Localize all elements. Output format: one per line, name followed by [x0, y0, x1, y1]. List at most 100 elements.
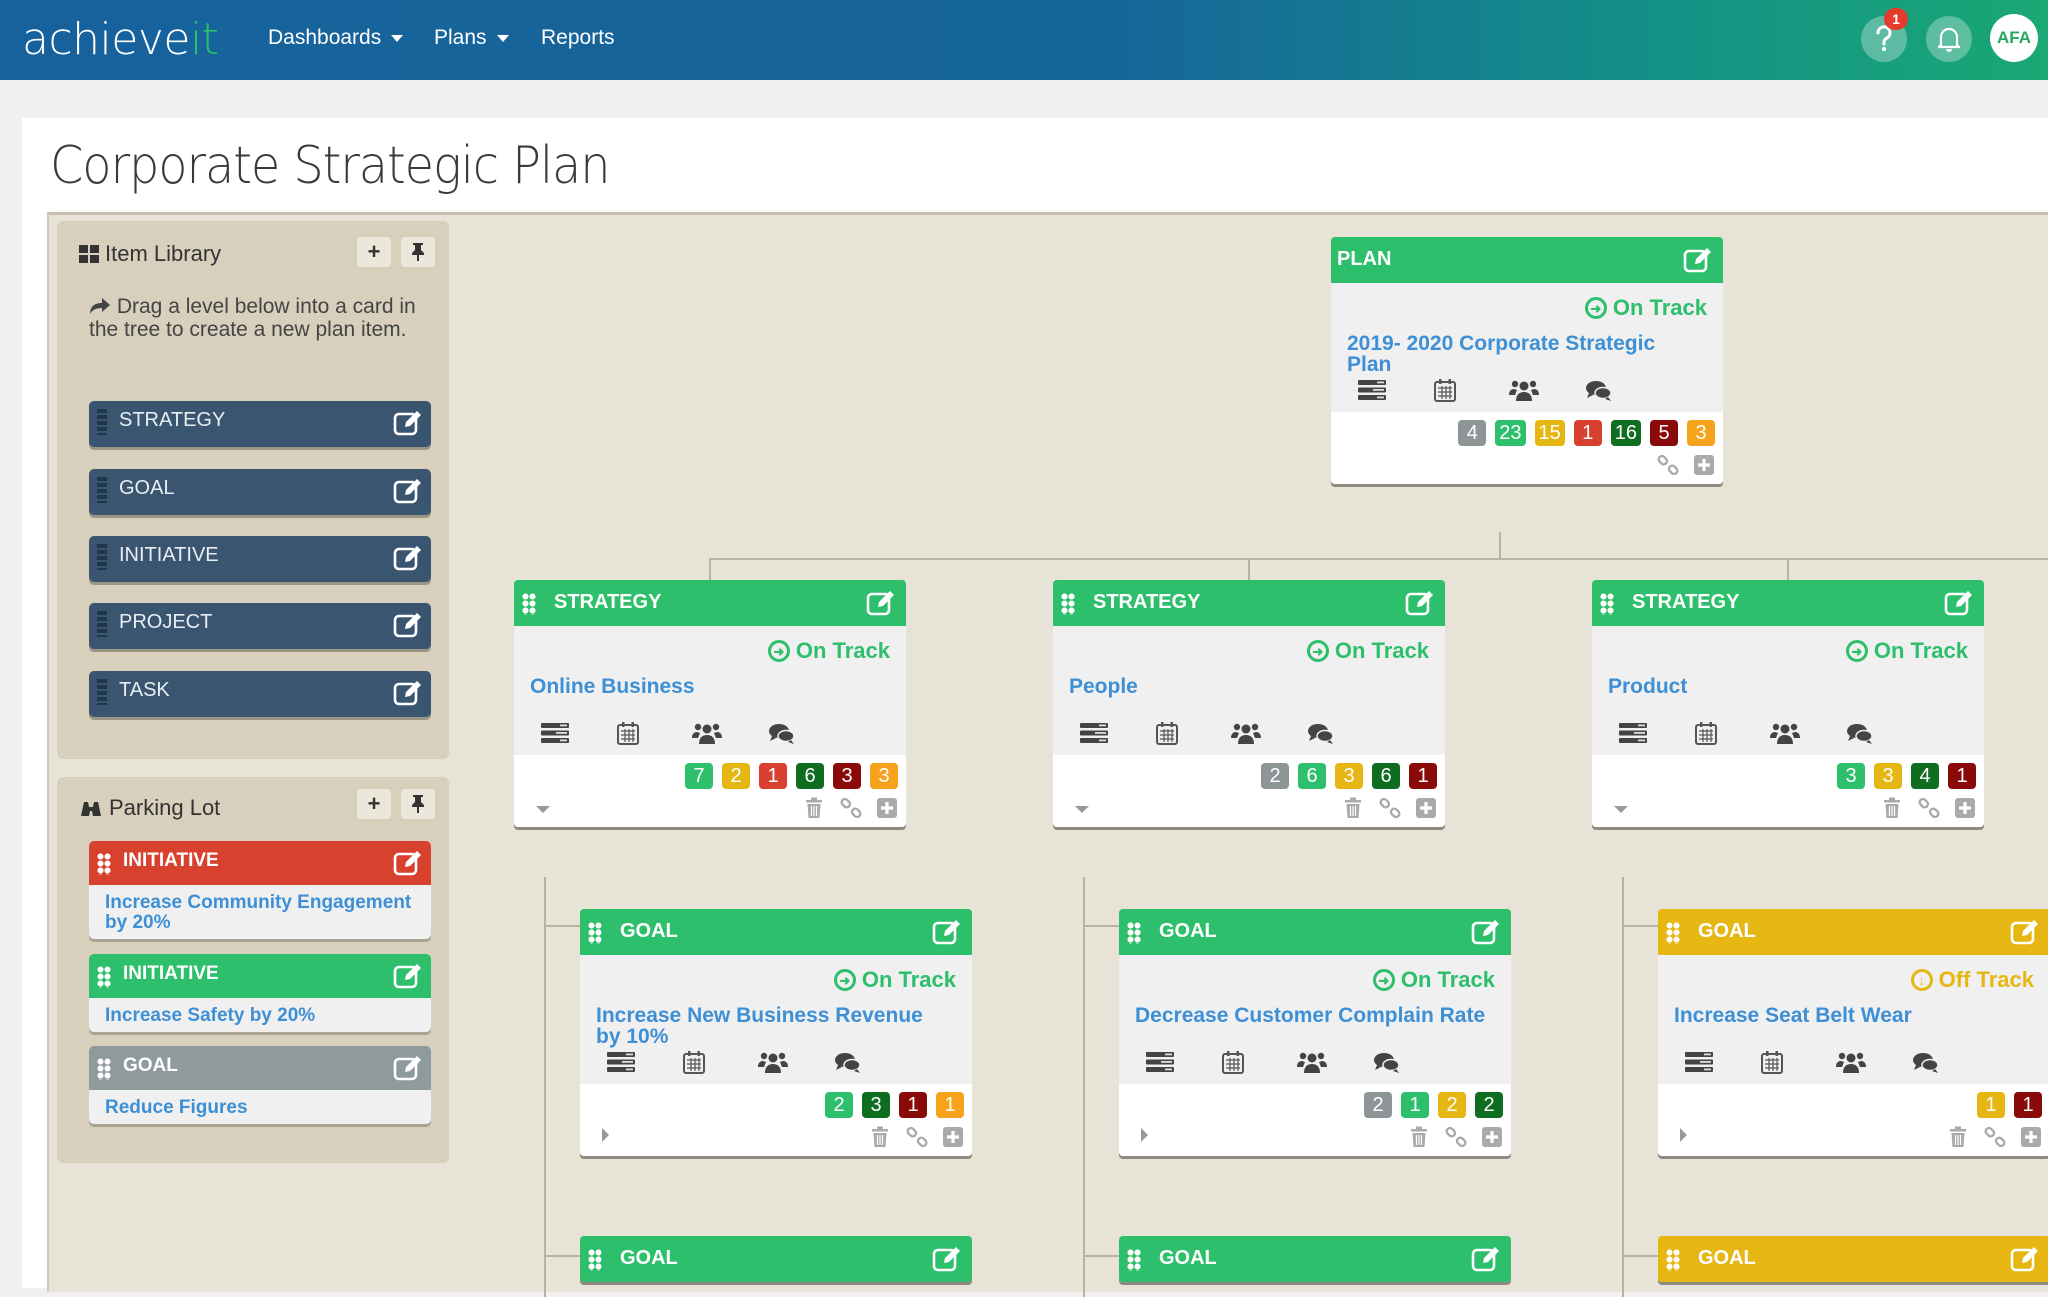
- expand-toggle[interactable]: [1680, 1128, 1687, 1142]
- edit-icon[interactable]: [393, 1054, 423, 1082]
- nav-plans[interactable]: Plans: [434, 26, 509, 50]
- trash-icon[interactable]: [870, 1126, 892, 1148]
- edit-icon[interactable]: [393, 477, 423, 505]
- edit-icon[interactable]: [1944, 589, 1974, 617]
- count-badge-gray[interactable]: 2: [1364, 1092, 1392, 1118]
- link-icon[interactable]: [1445, 1126, 1467, 1148]
- strategy-card[interactable]: STRATEGY ➜ On Track People 2 6 3 6 1: [1053, 580, 1445, 827]
- collapse-toggle[interactable]: [536, 806, 550, 813]
- count-badge-darkred[interactable]: 1: [1948, 763, 1976, 789]
- count-badge-darkgreen[interactable]: 4: [1911, 763, 1939, 789]
- edit-icon[interactable]: [2010, 918, 2040, 946]
- goal-card[interactable]: GOAL ↓ Off Track Increase Seat Belt Wear 1 1: [1658, 909, 2048, 1156]
- calendar-icon[interactable]: [1760, 1050, 1790, 1074]
- goal-card[interactable]: GOAL: [1658, 1236, 2048, 1282]
- count-badge-green[interactable]: 7: [685, 763, 713, 789]
- parking-item-title[interactable]: Increase Community Engagement by 20%: [89, 885, 431, 939]
- calendar-icon[interactable]: [1433, 378, 1463, 402]
- link-icon[interactable]: [1657, 454, 1679, 476]
- users-icon[interactable]: [1836, 1050, 1866, 1074]
- library-level-task[interactable]: TASK: [89, 671, 431, 717]
- count-badge-yellow[interactable]: 2: [1438, 1092, 1466, 1118]
- drag-handle-icon[interactable]: [588, 1249, 602, 1271]
- parking-lot-pin-button[interactable]: [401, 789, 435, 819]
- drag-handle-icon[interactable]: [1061, 593, 1075, 615]
- edit-icon[interactable]: [393, 849, 423, 877]
- card-title[interactable]: 2019- 2020 Corporate Strategic Plan: [1347, 333, 1703, 375]
- parking-item-title[interactable]: Reduce Figures: [89, 1090, 431, 1124]
- trash-icon[interactable]: [1948, 1126, 1970, 1148]
- calendar-icon[interactable]: [616, 721, 646, 745]
- count-badge-darkgreen[interactable]: 6: [796, 763, 824, 789]
- edit-icon[interactable]: [2010, 1245, 2040, 1273]
- card-title[interactable]: Decrease Customer Complain Rate: [1135, 1005, 1491, 1026]
- parking-lot-item[interactable]: GOAL Reduce Figures: [89, 1046, 431, 1124]
- comments-icon[interactable]: [1846, 721, 1876, 745]
- users-icon[interactable]: [692, 721, 722, 745]
- drag-handle-icon[interactable]: [1127, 922, 1141, 944]
- metrics-list-icon[interactable]: [1684, 1050, 1714, 1074]
- users-icon[interactable]: [1297, 1050, 1327, 1074]
- drag-handle-icon[interactable]: [1600, 593, 1614, 615]
- library-level-project[interactable]: PROJECT: [89, 603, 431, 649]
- drag-handle-icon[interactable]: [97, 544, 107, 570]
- edit-icon[interactable]: [393, 611, 423, 639]
- card-title[interactable]: Increase Seat Belt Wear: [1674, 1005, 2030, 1026]
- edit-icon[interactable]: [393, 679, 423, 707]
- count-badge-orange[interactable]: 3: [1687, 420, 1715, 446]
- add-child-icon[interactable]: [1693, 454, 1715, 476]
- count-badge-darkgreen[interactable]: 3: [862, 1092, 890, 1118]
- count-badge-darkgreen[interactable]: 2: [1475, 1092, 1503, 1118]
- link-icon[interactable]: [1379, 797, 1401, 819]
- count-badge-orange[interactable]: 1: [936, 1092, 964, 1118]
- drag-handle-icon[interactable]: [97, 853, 111, 875]
- item-library-pin-button[interactable]: [401, 237, 435, 267]
- nav-reports[interactable]: Reports: [541, 26, 615, 50]
- metrics-list-icon[interactable]: [540, 721, 570, 745]
- edit-icon[interactable]: [1471, 1245, 1501, 1273]
- count-badge-darkred[interactable]: 1: [899, 1092, 927, 1118]
- metrics-list-icon[interactable]: [1618, 721, 1648, 745]
- users-icon[interactable]: [1770, 721, 1800, 745]
- users-icon[interactable]: [1509, 378, 1539, 402]
- add-child-icon[interactable]: [876, 797, 898, 819]
- goal-card[interactable]: GOAL: [580, 1236, 972, 1282]
- drag-handle-icon[interactable]: [1666, 922, 1680, 944]
- strategy-card[interactable]: STRATEGY ➜ On Track Online Business 7 2 1 6 3 3: [514, 580, 906, 827]
- count-badge-yellow[interactable]: 3: [1335, 763, 1363, 789]
- drag-handle-icon[interactable]: [588, 922, 602, 944]
- drag-handle-icon[interactable]: [97, 966, 111, 988]
- expand-toggle[interactable]: [1141, 1128, 1148, 1142]
- count-badge-green[interactable]: 23: [1495, 420, 1526, 446]
- users-icon[interactable]: [758, 1050, 788, 1074]
- add-child-icon[interactable]: [1415, 797, 1437, 819]
- count-badge-darkred[interactable]: 3: [833, 763, 861, 789]
- comments-icon[interactable]: [768, 721, 798, 745]
- users-icon[interactable]: [1231, 721, 1261, 745]
- edit-icon[interactable]: [866, 589, 896, 617]
- card-title[interactable]: Online Business: [530, 676, 886, 697]
- collapse-toggle[interactable]: [1614, 806, 1628, 813]
- count-badge-yellow[interactable]: 15: [1534, 420, 1565, 446]
- comments-icon[interactable]: [834, 1050, 864, 1074]
- drag-handle-icon[interactable]: [522, 593, 536, 615]
- count-badge-darkgreen[interactable]: 16: [1610, 420, 1641, 446]
- drag-handle-icon[interactable]: [97, 477, 107, 503]
- metrics-list-icon[interactable]: [1357, 378, 1387, 402]
- user-avatar[interactable]: AFA: [1990, 14, 2038, 62]
- edit-icon[interactable]: [932, 1245, 962, 1273]
- metrics-list-icon[interactable]: [1079, 721, 1109, 745]
- trash-icon[interactable]: [1882, 797, 1904, 819]
- calendar-icon[interactable]: [1155, 721, 1185, 745]
- count-badge-darkred[interactable]: 5: [1650, 420, 1678, 446]
- link-icon[interactable]: [1918, 797, 1940, 819]
- parking-item-title[interactable]: Increase Safety by 20%: [89, 998, 431, 1032]
- edit-icon[interactable]: [1405, 589, 1435, 617]
- count-badge-yellow[interactable]: 1: [1977, 1092, 2005, 1118]
- count-badge-yellow[interactable]: 3: [1874, 763, 1902, 789]
- drag-handle-icon[interactable]: [1666, 1249, 1680, 1271]
- drag-handle-icon[interactable]: [97, 679, 107, 705]
- plan-card[interactable]: PLAN ➜ On Track 2019- 2020 Corporate Strate…: [1331, 237, 1723, 484]
- edit-icon[interactable]: [932, 918, 962, 946]
- count-badge-green[interactable]: 2: [825, 1092, 853, 1118]
